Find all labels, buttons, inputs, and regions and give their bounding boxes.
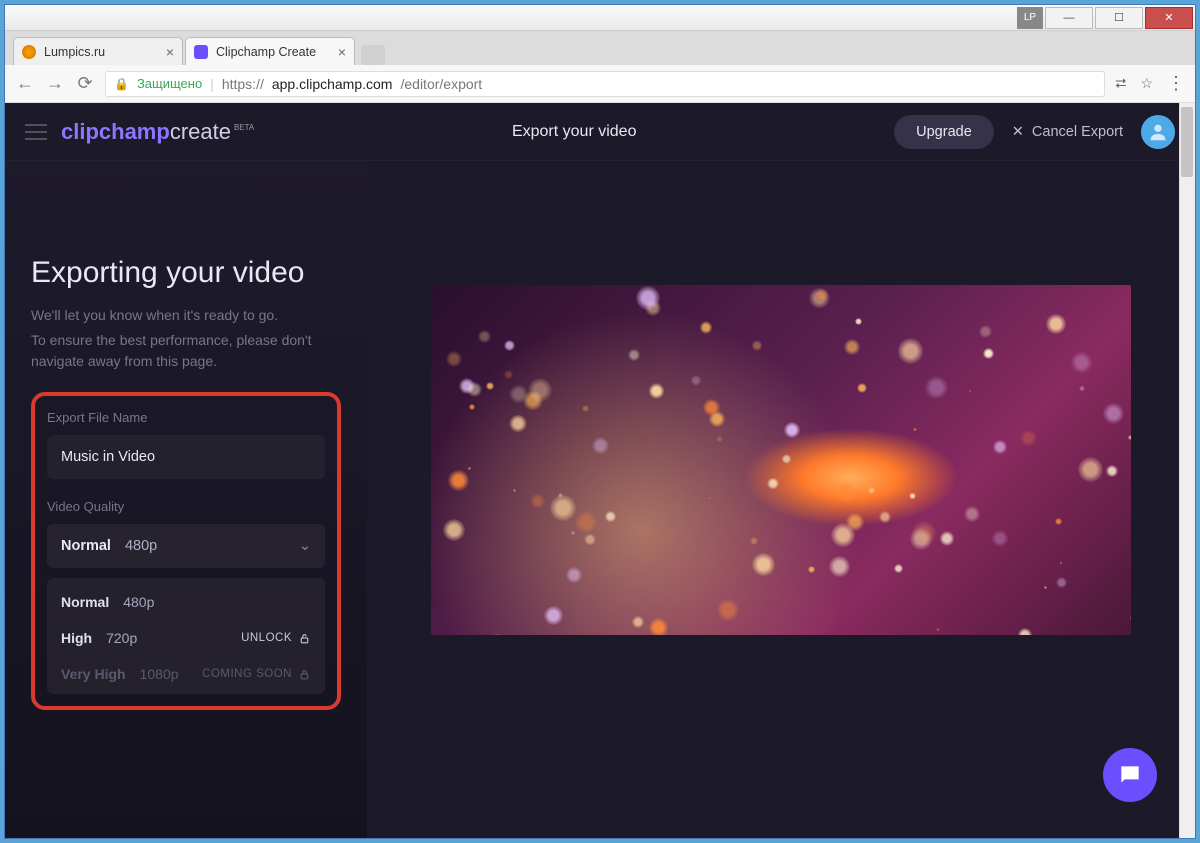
lock-icon <box>298 668 311 681</box>
close-icon: ✕ <box>1012 124 1024 140</box>
selected-quality-name: Normal <box>61 538 111 554</box>
url-host: app.clipchamp.com <box>272 76 393 92</box>
coming-soon-tag: COMING SOON <box>202 668 311 681</box>
preview-area <box>367 161 1195 838</box>
bookmark-star-icon[interactable]: ☆ <box>1140 75 1153 92</box>
browser-menu-icon[interactable]: ⋮ <box>1167 73 1185 94</box>
window-titlebar: LP — ☐ ✕ <box>5 5 1195 31</box>
opt-res: 1080p <box>140 666 179 682</box>
video-preview <box>431 285 1131 635</box>
quality-option-normal[interactable]: Normal 480p <box>61 584 311 620</box>
tab-lumpics[interactable]: Lumpics.ru × <box>13 37 183 65</box>
quality-options-list: Normal 480p High 720p UNLOCK <box>47 578 325 694</box>
opt-res: 720p <box>106 630 137 646</box>
tab-title: Clipchamp Create <box>216 45 316 59</box>
minimize-button[interactable]: — <box>1045 7 1093 29</box>
tab-clipchamp[interactable]: Clipchamp Create × <box>185 37 355 65</box>
lock-icon <box>298 632 311 645</box>
app-body: Exporting your video We'll let you know … <box>5 161 1195 838</box>
url-path: /editor/export <box>400 76 482 92</box>
brand-logo: clipchampcreateBETA <box>61 119 254 145</box>
unlock-tag: UNLOCK <box>241 632 311 645</box>
page-title: Export your video <box>254 123 894 141</box>
forward-button[interactable]: → <box>45 73 65 94</box>
favicon-lumpics <box>22 45 36 59</box>
tab-title: Lumpics.ru <box>44 45 105 59</box>
export-settings-highlight: Export File Name Video Quality Normal 48… <box>31 392 341 710</box>
tab-close-icon[interactable]: × <box>338 44 346 60</box>
app-header: clipchampcreateBETA Export your video Up… <box>5 103 1195 161</box>
selected-quality-res: 480p <box>125 538 157 554</box>
cancel-export-button[interactable]: ✕ Cancel Export <box>1012 124 1123 140</box>
brand-text-1: clipchamp <box>61 119 170 144</box>
sidebar-heading: Exporting your video <box>31 255 341 291</box>
scrollbar-thumb[interactable] <box>1181 107 1193 177</box>
hamburger-icon[interactable] <box>25 124 47 140</box>
chat-fab[interactable] <box>1103 748 1157 802</box>
chat-icon <box>1117 762 1143 788</box>
app-content: clipchampcreateBETA Export your video Up… <box>5 103 1195 838</box>
url-scheme: https:// <box>222 76 264 92</box>
maximize-button[interactable]: ☐ <box>1095 7 1143 29</box>
new-tab-button[interactable] <box>361 45 385 65</box>
omnibox[interactable]: 🔒 Защищено | https://app.clipchamp.com/e… <box>105 71 1105 97</box>
tab-close-icon[interactable]: × <box>166 44 174 60</box>
opt-name: Very High <box>61 666 126 682</box>
cancel-export-label: Cancel Export <box>1032 124 1123 140</box>
beta-badge: BETA <box>234 123 254 132</box>
upgrade-button[interactable]: Upgrade <box>894 115 994 149</box>
browser-tabbar: Lumpics.ru × Clipchamp Create × <box>5 31 1195 65</box>
vertical-scrollbar[interactable] <box>1179 103 1195 838</box>
tag-label: UNLOCK <box>241 632 292 644</box>
sidebar-subtext-1: We'll let you know when it's ready to go… <box>31 305 341 326</box>
chevron-down-icon: ⌄ <box>299 538 311 554</box>
lp-badge: LP <box>1017 7 1043 29</box>
secure-label: Защищено <box>137 76 202 91</box>
window-close-button[interactable]: ✕ <box>1145 7 1193 29</box>
browser-window: LP — ☐ ✕ Lumpics.ru × Clipchamp Create ×… <box>4 4 1196 839</box>
back-button[interactable]: ← <box>15 73 35 94</box>
quality-label: Video Quality <box>47 499 325 514</box>
translate-icon[interactable]: ⮂ <box>1115 75 1126 92</box>
quality-select[interactable]: Normal 480p ⌄ <box>47 524 325 568</box>
opt-name: High <box>61 630 92 646</box>
opt-res: 480p <box>123 594 154 610</box>
browser-address-bar: ← → ⟳ 🔒 Защищено | https://app.clipchamp… <box>5 65 1195 103</box>
quality-option-veryhigh: Very High 1080p COMING SOON <box>61 656 311 692</box>
user-avatar[interactable] <box>1141 115 1175 149</box>
export-sidebar: Exporting your video We'll let you know … <box>5 161 367 838</box>
tag-label: COMING SOON <box>202 668 292 680</box>
lock-icon: 🔒 <box>114 77 129 91</box>
filename-input[interactable] <box>47 435 325 479</box>
favicon-clipchamp <box>194 45 208 59</box>
reload-button[interactable]: ⟳ <box>75 73 95 94</box>
sidebar-subtext-2: To ensure the best performance, please d… <box>31 330 341 372</box>
opt-name: Normal <box>61 594 109 610</box>
brand-text-2: create <box>170 119 231 144</box>
filename-label: Export File Name <box>47 410 325 425</box>
quality-option-high[interactable]: High 720p UNLOCK <box>61 620 311 656</box>
